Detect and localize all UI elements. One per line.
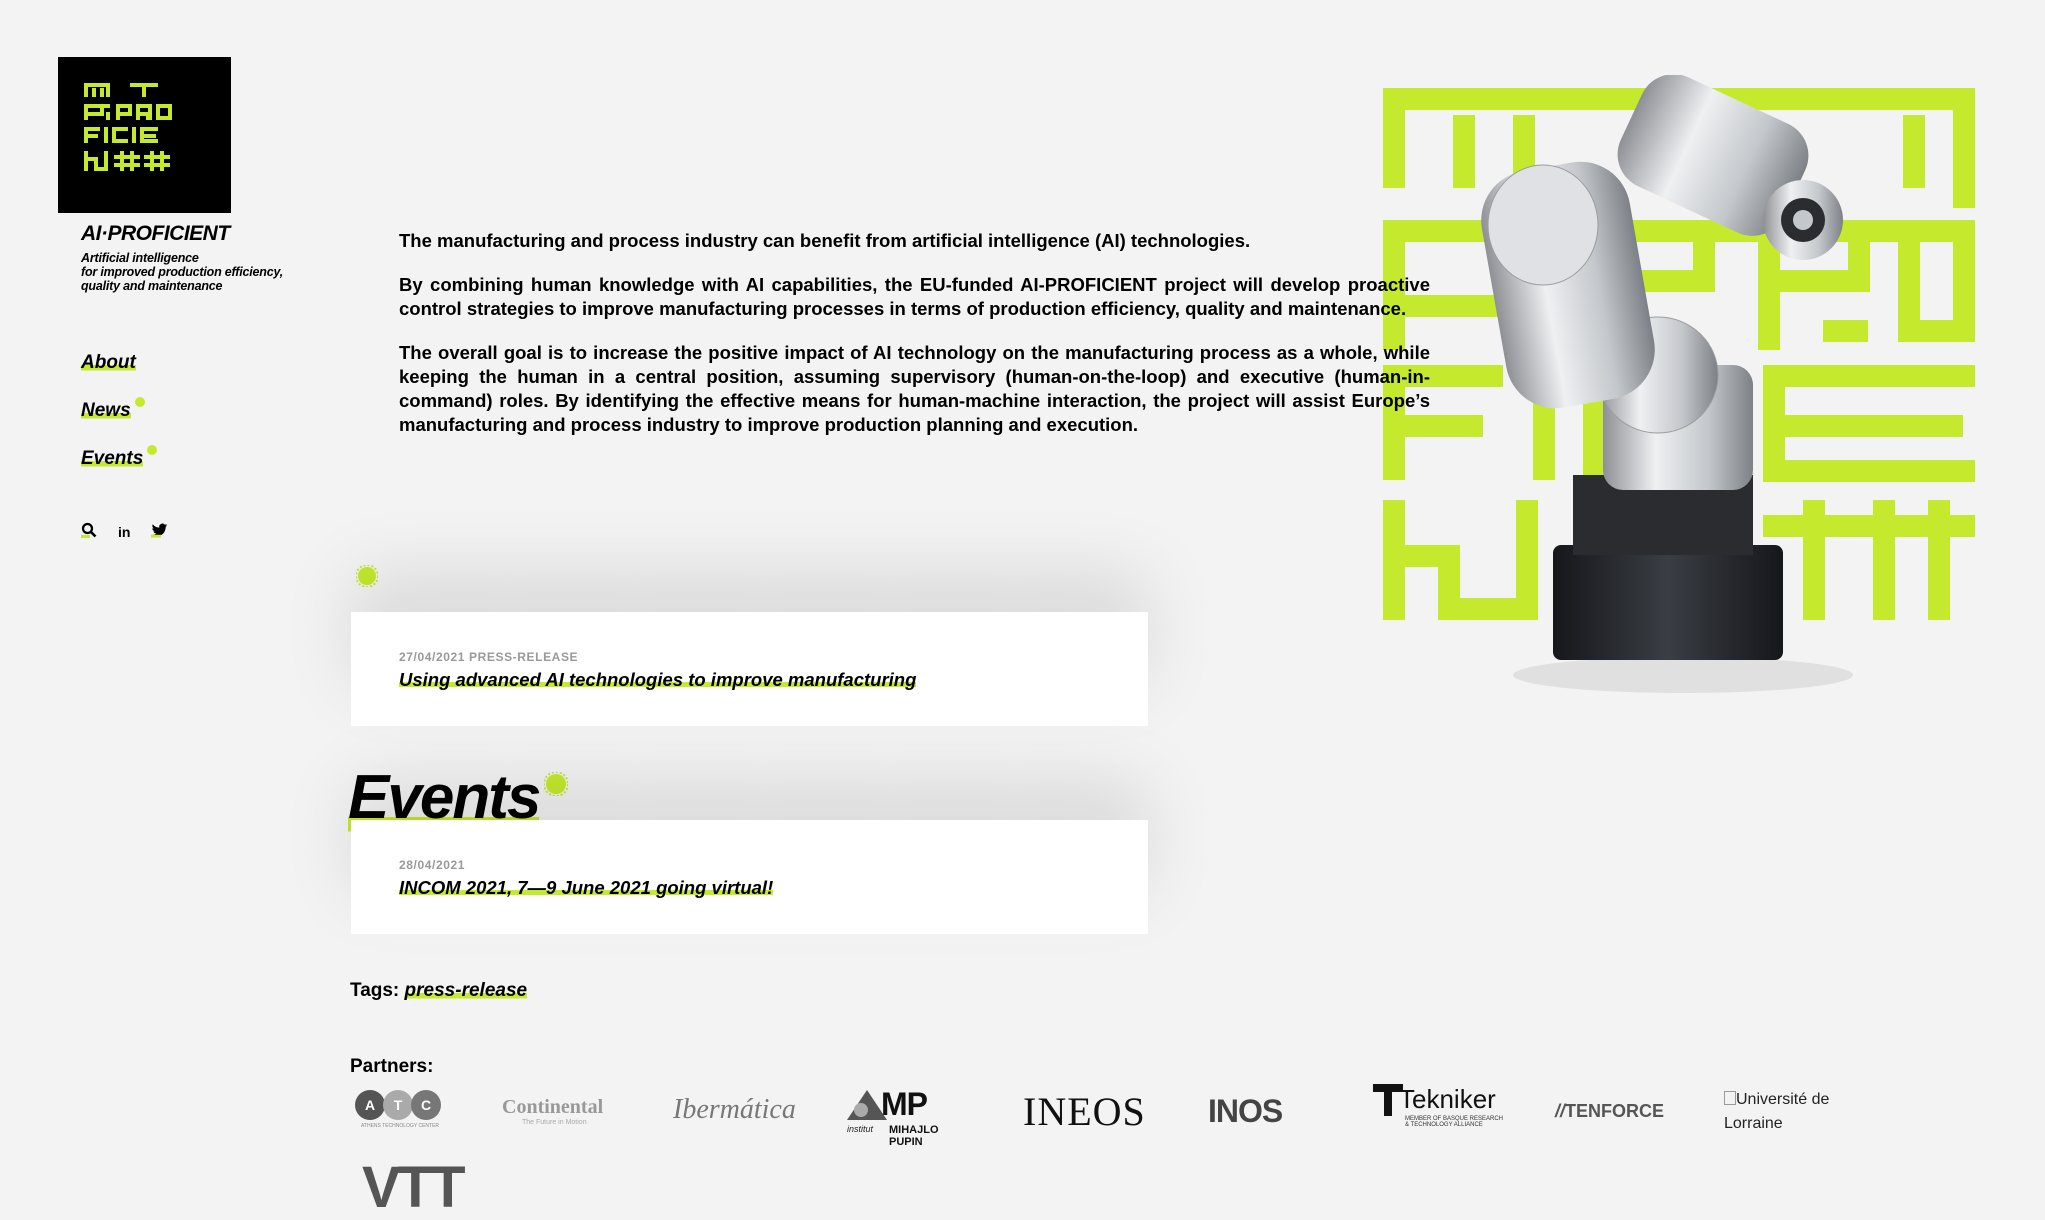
event-card[interactable]: 28/04/2021 INCOM 2021, 7—9 June 2021 goi…	[351, 820, 1148, 934]
nav-item-events: Events	[81, 445, 158, 470]
linkedin-icon[interactable]: in	[118, 524, 130, 540]
event-meta: 28/04/2021	[399, 858, 466, 872]
partner-logo-atc[interactable]: A T C ATHENS TECHNOLOGY CENTER	[355, 1090, 445, 1140]
twitter-icon[interactable]	[151, 523, 168, 541]
news-section-marker-icon	[355, 564, 379, 592]
news-card[interactable]: 27/04/2021 PRESS-RELEASE Using advanced …	[351, 612, 1148, 726]
nav-link-news[interactable]: News	[81, 400, 131, 421]
tekniker-t-icon	[1373, 1084, 1403, 1116]
partner-logo-pupin[interactable]: MP institut MIHAJLO PUPIN	[847, 1086, 972, 1148]
tenforce-marks-icon: //	[1555, 1101, 1566, 1121]
partner-logo-lorraine[interactable]: Université de Lorraine	[1724, 1088, 1864, 1136]
logo-mark-icon	[84, 83, 172, 171]
events-section-marker-icon	[543, 771, 569, 801]
nav-item-news: News	[81, 397, 145, 422]
broken-image-icon	[1724, 1091, 1736, 1105]
intro-paragraph: By combining human knowledge with AI cap…	[399, 274, 1430, 319]
hero-illustration	[1383, 74, 1978, 715]
tags: Tags: press-release	[350, 980, 528, 1002]
intro-paragraph: The overall goal is to increase the posi…	[399, 342, 1430, 435]
brand-tagline: Artificial intelligence for improved pro…	[81, 251, 284, 293]
partner-logo-tekniker[interactable]: Tekniker MEMBER OF BASQUE RESEARCH & TEC…	[1373, 1084, 1503, 1128]
logo[interactable]	[58, 57, 231, 213]
brand-name: AI·PROFICIENT	[81, 222, 230, 245]
search-icon[interactable]	[81, 522, 97, 541]
new-indicator-dot	[147, 445, 158, 455]
partner-logo-continental[interactable]: Continental The Future in Motion	[502, 1096, 603, 1126]
partner-logo-inos[interactable]: INOS	[1208, 1093, 1283, 1130]
partner-logo-ibermatica[interactable]: Ibermática	[673, 1094, 796, 1126]
partner-logo-tenforce[interactable]: //TENFORCE	[1555, 1101, 1664, 1122]
tags-label: Tags:	[350, 980, 400, 1001]
news-title-link[interactable]: Using advanced AI technologies to improv…	[399, 669, 917, 690]
tag-link[interactable]: press-release	[404, 980, 528, 1001]
intro-paragraph: The manufacturing and process industry c…	[399, 230, 1251, 251]
intro-text: The manufacturing and process industry c…	[399, 229, 1430, 457]
partner-logo-vtt[interactable]: VTT	[362, 1158, 466, 1218]
nav-link-about[interactable]: About	[81, 352, 136, 373]
event-title-link[interactable]: INCOM 2021, 7—9 June 2021 going virtual!	[399, 877, 774, 898]
partner-logo-ineos[interactable]: INEOS	[1023, 1088, 1146, 1135]
social-links: in	[81, 522, 168, 541]
new-indicator-dot	[134, 397, 145, 407]
partners-label: Partners:	[350, 1056, 434, 1077]
nav-link-events[interactable]: Events	[81, 448, 144, 469]
news-meta: 27/04/2021 PRESS-RELEASE	[399, 650, 579, 664]
nav-item-about: About	[81, 352, 136, 374]
